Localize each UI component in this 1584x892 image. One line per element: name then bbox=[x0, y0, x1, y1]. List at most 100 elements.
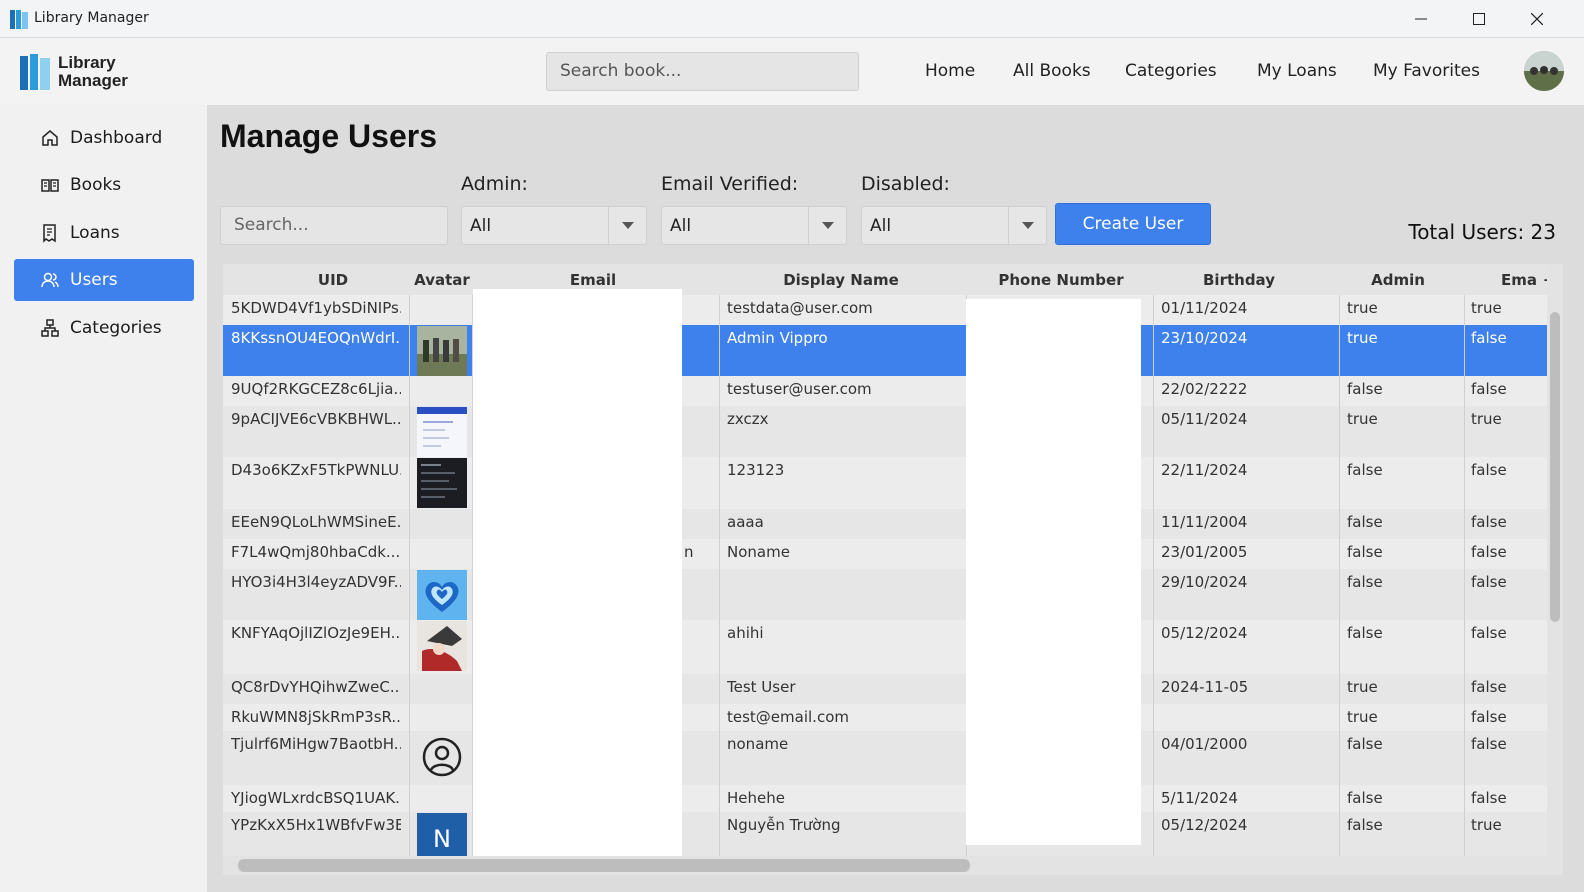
display-name-cell: aaaa bbox=[727, 513, 764, 531]
avatar-thumbnail bbox=[417, 732, 467, 782]
maximize-button[interactable] bbox=[1450, 0, 1508, 38]
sidebar-item-users[interactable]: Users bbox=[14, 259, 194, 301]
select-value: All bbox=[870, 216, 892, 236]
user-avatar[interactable] bbox=[1524, 51, 1564, 91]
sidebar-item-loans[interactable]: Loans bbox=[14, 212, 194, 254]
nav-all-books[interactable]: All Books bbox=[1013, 61, 1091, 81]
close-icon bbox=[1531, 13, 1543, 25]
column-header-admin[interactable]: Admin bbox=[1368, 271, 1428, 289]
table-row[interactable]: 8KKssnOU4EOQnWdrI... Admin Vippro 23/10/20… bbox=[223, 325, 1547, 376]
table-row[interactable]: YPzKxX5Hx1WBfvFw3B... Nguyễn Trường 05/12/… bbox=[223, 812, 1547, 863]
display-name-cell: Test User bbox=[727, 678, 796, 696]
table-row[interactable]: 9pACIJVE6cVBKBHWL... zxczx 05/11/2024 true t… bbox=[223, 406, 1547, 457]
column-divider bbox=[719, 295, 720, 875]
uid-cell: 9UQf2RKGCEZ8c6Ljia... bbox=[231, 380, 401, 398]
logo-line-2: Manager bbox=[58, 71, 128, 90]
table-row[interactable]: D43o6KZxF5TkPWNLU... 123123 22/11/2024 fals… bbox=[223, 457, 1547, 509]
admin-cell: false bbox=[1347, 543, 1383, 561]
birthday-cell: 04/01/2000 bbox=[1161, 735, 1248, 753]
horizontal-scroll-thumb[interactable] bbox=[238, 859, 970, 872]
chevron-down-icon bbox=[808, 207, 846, 244]
email-verified-cell: false bbox=[1471, 380, 1507, 398]
uid-cell: F7L4wQmj80hbaCdk... bbox=[231, 543, 401, 561]
table-row[interactable]: RkuWMN8jSkRmP3sR... test@email.com true fal… bbox=[223, 704, 1547, 731]
table-row[interactable]: 9UQf2RKGCEZ8c6Ljia... testuser@user.com 22… bbox=[223, 376, 1547, 406]
birthday-cell: 5/11/2024 bbox=[1161, 789, 1238, 807]
window-title: Library Manager bbox=[34, 10, 149, 26]
vertical-scrollbar[interactable] bbox=[1547, 264, 1563, 875]
logo-text: Library Manager bbox=[58, 54, 128, 90]
birthday-cell: 2024-11-05 bbox=[1161, 678, 1249, 696]
nav-my-loans[interactable]: My Loans bbox=[1257, 61, 1337, 81]
sidebar-item-dashboard[interactable]: Dashboard bbox=[14, 117, 194, 159]
email-verified-cell: false bbox=[1471, 329, 1507, 347]
sidebar-item-categories[interactable]: Categories bbox=[14, 307, 194, 349]
sidebar-item-books[interactable]: Books bbox=[14, 164, 194, 206]
app-icon bbox=[10, 10, 28, 29]
column-header-uid[interactable]: UID bbox=[303, 271, 363, 289]
table-row[interactable]: KNFYAqOjlIZlOzJe9EH... ahihi 05/12/2024 fal… bbox=[223, 620, 1547, 674]
admin-filter-select[interactable]: All bbox=[461, 206, 647, 245]
disabled-filter-select[interactable]: All bbox=[861, 206, 1047, 245]
email-verified-filter-select[interactable]: All bbox=[661, 206, 847, 245]
admin-cell: true bbox=[1347, 708, 1378, 726]
display-name-cell: ahihi bbox=[727, 624, 764, 642]
app-logo[interactable]: Library Manager bbox=[20, 54, 140, 90]
admin-cell: false bbox=[1347, 624, 1383, 642]
table-row[interactable]: YJiogWLxrdcBSQ1UAK... Hehehe 5/11/2024 fals… bbox=[223, 785, 1547, 812]
admin-filter-label: Admin: bbox=[461, 173, 528, 195]
column-header-email[interactable]: Email bbox=[563, 271, 623, 289]
user-search-input[interactable]: Search... bbox=[220, 206, 448, 245]
email-verified-cell: false bbox=[1471, 513, 1507, 531]
avatar-thumbnail bbox=[417, 570, 467, 620]
admin-cell: false bbox=[1347, 380, 1383, 398]
column-header-avatar[interactable]: Avatar bbox=[414, 271, 470, 289]
sidebar-item-label: Categories bbox=[70, 318, 162, 338]
horizontal-scrollbar[interactable] bbox=[223, 856, 1547, 875]
vertical-scroll-thumb[interactable] bbox=[1550, 312, 1560, 622]
close-button[interactable] bbox=[1508, 0, 1566, 38]
table-row[interactable]: EEeN9QLoLhWMSineE... aaaa 11/11/2004 false f… bbox=[223, 509, 1547, 539]
total-users-count: Total Users: 23 bbox=[1408, 220, 1556, 244]
logo-line-1: Library bbox=[58, 53, 116, 72]
table-row[interactable]: Tjulrf6MiHgw7BaotbH... noname 04/01/2000 fa… bbox=[223, 731, 1547, 785]
column-header-display-name[interactable]: Display Name bbox=[781, 271, 901, 289]
column-header-phone-number[interactable]: Phone Number bbox=[991, 271, 1131, 289]
column-header-email-verified[interactable]: Ema bbox=[1501, 271, 1541, 289]
display-name-cell: Noname bbox=[727, 543, 790, 561]
sidebar-item-label: Dashboard bbox=[70, 128, 163, 148]
sidebar: Dashboard Books Loans Users Categories bbox=[0, 105, 207, 892]
email-verified-cell: true bbox=[1471, 816, 1502, 834]
avatar-thumbnail bbox=[417, 621, 467, 671]
minimize-button[interactable] bbox=[1392, 0, 1450, 38]
nav-categories[interactable]: Categories bbox=[1125, 61, 1217, 81]
select-value: All bbox=[470, 216, 492, 236]
admin-cell: true bbox=[1347, 299, 1378, 317]
email-verified-cell: false bbox=[1471, 735, 1507, 753]
uid-cell: 5KDWD4Vf1ybSDiNIPs... bbox=[231, 299, 401, 317]
uid-cell: Tjulrf6MiHgw7BaotbH... bbox=[231, 735, 401, 753]
uid-cell: YPzKxX5Hx1WBfvFw3B... bbox=[231, 816, 401, 834]
avatar-photo bbox=[1524, 51, 1564, 91]
display-name-cell: Admin Vippro bbox=[727, 329, 828, 347]
nav-home[interactable]: Home bbox=[925, 61, 975, 81]
table-row[interactable]: F7L4wQmj80hbaCdk... Noname 23/01/2005 false… bbox=[223, 539, 1547, 569]
email-cell-fragment: n bbox=[684, 543, 694, 561]
birthday-cell: 23/01/2005 bbox=[1161, 543, 1248, 561]
chevron-down-icon bbox=[1008, 207, 1046, 244]
birthday-cell: 29/10/2024 bbox=[1161, 573, 1248, 591]
create-user-button[interactable]: Create User bbox=[1055, 203, 1211, 245]
table-row[interactable]: QC8rDvYHQihwZweC... Test User 2024-11-05 tr… bbox=[223, 674, 1547, 704]
table-row[interactable]: HYO3i4H3l4eyzADV9F... 29/10/2024 false fals… bbox=[223, 569, 1547, 620]
nav-my-favorites[interactable]: My Favorites bbox=[1373, 61, 1480, 81]
admin-cell: true bbox=[1347, 329, 1378, 347]
column-divider bbox=[1153, 295, 1154, 875]
users-icon bbox=[41, 272, 59, 288]
home-icon bbox=[42, 130, 58, 146]
avatar-letter: N bbox=[433, 825, 451, 853]
table-row[interactable]: 5KDWD4Vf1ybSDiNIPs... testdata@user.com 01… bbox=[223, 295, 1547, 325]
display-name-cell: noname bbox=[727, 735, 789, 753]
book-search-input[interactable]: Search book... bbox=[546, 52, 859, 91]
column-header-birthday[interactable]: Birthday bbox=[1199, 271, 1279, 289]
uid-cell: EEeN9QLoLhWMSineE... bbox=[231, 513, 401, 531]
